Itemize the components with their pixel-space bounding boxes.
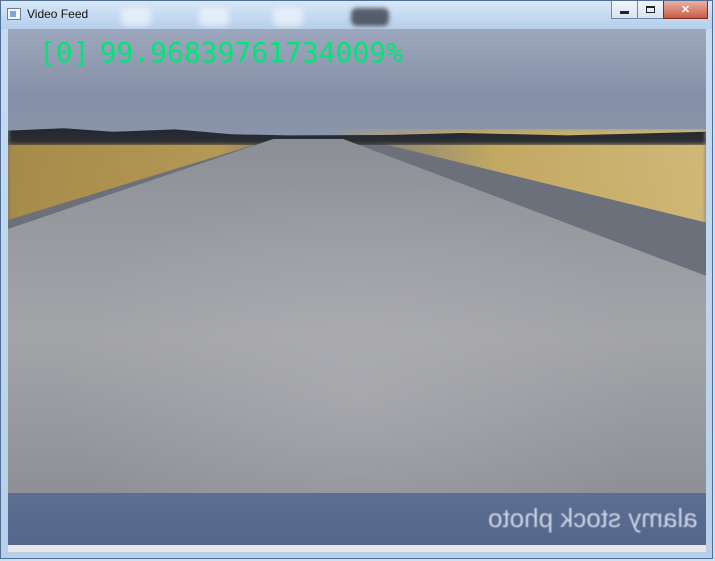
watermark-band: alamy stock photo	[8, 493, 706, 548]
minimize-icon	[620, 10, 629, 14]
prediction-overlay: [0] 99.968397617340​09%	[39, 36, 403, 69]
minimize-button[interactable]	[611, 1, 638, 19]
confidence-value: 99.968397617340​09%	[99, 36, 404, 69]
titlebar-glare	[273, 8, 303, 26]
frame-bottom-strip	[8, 545, 706, 552]
window-controls: ✕	[611, 1, 708, 21]
close-button[interactable]: ✕	[663, 1, 708, 19]
title-bar[interactable]: Video Feed ✕	[1, 1, 712, 29]
class-index: [0]	[39, 36, 90, 69]
titlebar-glare	[351, 8, 389, 26]
maximize-button[interactable]	[637, 1, 664, 19]
window-title: Video Feed	[27, 7, 89, 21]
watermark-text: alamy stock photo	[488, 503, 698, 533]
video-frame: alamy stock photo [0] 99.968397617340​09%	[8, 29, 706, 552]
titlebar-glare	[121, 8, 151, 26]
close-icon: ✕	[680, 4, 691, 16]
titlebar-glare	[199, 8, 229, 26]
maximize-icon	[646, 6, 655, 13]
video-feed-window: Video Feed ✕ alamy stock photo [0] 99.96…	[0, 0, 713, 559]
app-icon	[7, 8, 21, 20]
